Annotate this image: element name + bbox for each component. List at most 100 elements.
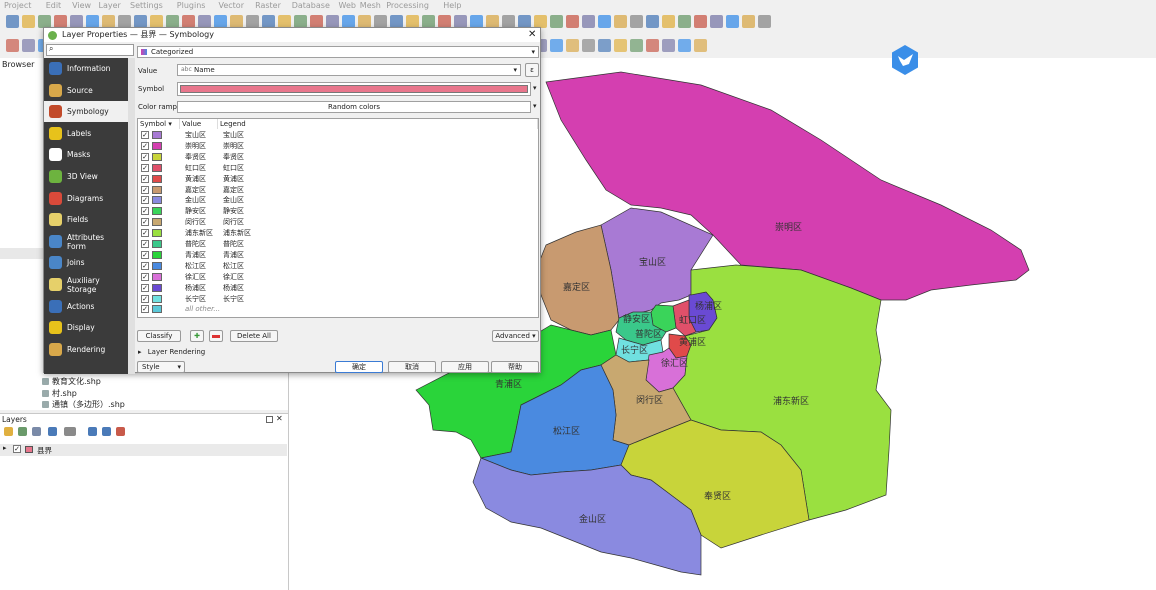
table-row[interactable]: ✓ 青浦区 青浦区 — [138, 250, 538, 261]
chevron-down-icon[interactable]: ▾ — [533, 102, 537, 110]
category-color-swatch[interactable] — [152, 305, 162, 314]
menu-raster[interactable]: Raster — [255, 0, 281, 11]
sidebar-item-masks[interactable]: Masks — [44, 144, 128, 165]
color-ramp-select[interactable]: Random colors — [177, 101, 531, 113]
table-row[interactable]: ✓ 浦东新区 浦东新区 — [138, 228, 538, 239]
delete-all-button[interactable]: Delete All — [230, 330, 278, 342]
category-color-swatch[interactable] — [152, 207, 162, 216]
toolbar-tool-icon[interactable] — [630, 39, 643, 52]
filter-icon[interactable] — [48, 427, 57, 436]
category-legend[interactable]: 嘉定区 — [223, 185, 244, 196]
sidebar-search-input[interactable]: ⌕ — [46, 44, 134, 56]
category-legend[interactable]: 奉贤区 — [223, 152, 244, 163]
add-group-icon[interactable] — [18, 427, 27, 436]
apply-button[interactable]: 应用 — [441, 361, 489, 373]
sidebar-item-actions[interactable]: Actions — [44, 296, 128, 317]
sidebar-item-auxiliary-storage[interactable]: Auxiliary Storage — [44, 274, 128, 295]
toolbar-tool-icon[interactable] — [566, 39, 579, 52]
browser-file-3[interactable]: 通镇（多边形）.shp — [52, 399, 125, 410]
toolbar-tool-icon[interactable] — [710, 15, 723, 28]
table-row[interactable]: ✓ 杨浦区 杨浦区 — [138, 283, 538, 294]
toolbar-tool-icon[interactable] — [726, 15, 739, 28]
category-legend[interactable]: 崇明区 — [223, 141, 244, 152]
table-row[interactable]: ✓ 长宁区 长宁区 — [138, 294, 538, 305]
panel-close-icon[interactable]: ✕ — [276, 414, 283, 423]
table-row[interactable]: ✓ 徐汇区 徐汇区 — [138, 272, 538, 283]
toolbar-tool-icon[interactable] — [598, 39, 611, 52]
renderer-select[interactable]: Categorized ▾ — [137, 46, 539, 58]
table-row[interactable]: ✓ 闵行区 闵行区 — [138, 217, 538, 228]
menu-help[interactable]: Help — [443, 0, 461, 11]
category-legend[interactable]: 长宁区 — [223, 294, 244, 305]
advanced-button[interactable]: Advanced ▾ — [492, 330, 539, 342]
toolbar-tool-icon[interactable] — [694, 15, 707, 28]
style-button[interactable]: Style ▾ — [137, 361, 185, 373]
table-row[interactable]: ✓ 嘉定区 嘉定区 — [138, 185, 538, 196]
sidebar-item-display[interactable]: Display — [44, 317, 128, 338]
remove-category-button[interactable] — [209, 330, 223, 342]
category-legend[interactable]: 松江区 — [223, 261, 244, 272]
menu-layer[interactable]: Layer — [99, 0, 121, 11]
table-row[interactable]: ✓ 奉贤区 奉贤区 — [138, 152, 538, 163]
category-checkbox[interactable]: ✓ — [141, 163, 149, 172]
category-checkbox[interactable]: ✓ — [141, 196, 149, 205]
toolbar-tool-icon[interactable] — [6, 39, 19, 52]
menu-mesh[interactable]: Mesh — [360, 0, 381, 11]
category-legend[interactable]: 金山区 — [223, 195, 244, 206]
category-legend[interactable]: 宝山区 — [223, 130, 244, 141]
category-color-swatch[interactable] — [152, 272, 162, 281]
category-color-swatch[interactable] — [152, 240, 162, 248]
toolbar-tool-icon[interactable] — [630, 15, 643, 28]
sidebar-item-attributes-form[interactable]: Attributes Form — [44, 231, 128, 252]
category-checkbox[interactable]: ✓ — [141, 250, 149, 259]
category-checkbox[interactable]: ✓ — [141, 152, 149, 161]
category-checkbox[interactable]: ✓ — [141, 218, 149, 227]
layer-row[interactable]: ▸ ✓ 县界 — [0, 444, 287, 456]
category-color-swatch[interactable] — [152, 185, 162, 194]
toolbar-tool-icon[interactable] — [22, 39, 35, 52]
menu-web[interactable]: Web — [339, 0, 356, 11]
menu-processing[interactable]: Processing — [386, 0, 429, 11]
toolbar-tool-icon[interactable] — [662, 39, 675, 52]
toolbar-tool-icon[interactable] — [598, 15, 611, 28]
table-row[interactable]: ✓ 宝山区 宝山区 — [138, 130, 538, 141]
category-legend[interactable]: 普陀区 — [223, 239, 244, 250]
toolbar-tool-icon[interactable] — [646, 15, 659, 28]
category-legend[interactable]: 青浦区 — [223, 250, 244, 261]
expand-all-icon[interactable] — [88, 427, 97, 436]
category-checkbox[interactable]: ✓ — [141, 261, 149, 270]
category-checkbox[interactable]: ✓ — [141, 283, 149, 292]
sidebar-item-source[interactable]: Source — [44, 80, 128, 101]
toolbar-tool-icon[interactable] — [694, 39, 707, 52]
add-category-button[interactable]: ✚ — [190, 330, 204, 342]
collapse-all-icon[interactable] — [102, 427, 111, 436]
dialog-close-icon[interactable]: ✕ — [528, 28, 536, 42]
toolbar-tool-icon[interactable] — [758, 15, 771, 28]
toolbar-tool-icon[interactable] — [614, 39, 627, 52]
sidebar-item-3d-view[interactable]: 3D View — [44, 166, 128, 187]
table-row[interactable]: ✓ 崇明区 崇明区 — [138, 141, 538, 152]
category-checkbox[interactable]: ✓ — [141, 229, 149, 238]
plugin-bird-logo[interactable] — [889, 44, 921, 76]
toolbar-tool-icon[interactable] — [614, 15, 627, 28]
category-legend[interactable]: 黄浦区 — [223, 174, 244, 185]
panel-float-icon[interactable] — [266, 416, 273, 423]
category-checkbox[interactable]: ✓ — [141, 294, 149, 303]
ok-button[interactable]: 确定 — [335, 361, 383, 373]
sidebar-item-labels[interactable]: Labels — [44, 123, 128, 144]
sidebar-item-rendering[interactable]: Rendering — [44, 339, 128, 360]
toolbar-tool-icon[interactable] — [6, 15, 19, 28]
cancel-button[interactable]: 取消 — [388, 361, 436, 373]
table-row[interactable]: ✓ 静安区 静安区 — [138, 206, 538, 217]
value-field-select[interactable]: abc Name ▾ — [177, 64, 521, 76]
category-checkbox[interactable]: ✓ — [141, 305, 149, 314]
symbol-button[interactable] — [177, 82, 531, 96]
toolbar-tool-icon[interactable] — [646, 39, 659, 52]
category-checkbox[interactable]: ✓ — [141, 240, 149, 248]
menu-view[interactable]: View — [72, 0, 91, 11]
sidebar-item-information[interactable]: Information — [44, 58, 128, 79]
category-color-swatch[interactable] — [152, 250, 162, 259]
category-checkbox[interactable]: ✓ — [141, 141, 149, 150]
category-checkbox[interactable]: ✓ — [141, 131, 149, 139]
open-styling-icon[interactable] — [4, 427, 13, 436]
